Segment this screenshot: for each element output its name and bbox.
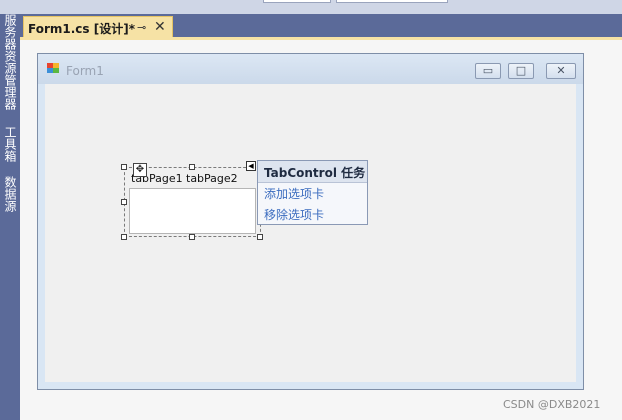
document-tab-title: Form1.cs [设计]* <box>28 22 135 36</box>
smart-tag-glyph-icon[interactable]: ◀ <box>246 161 256 171</box>
smart-tag-panel: TabControl 任务 添加选项卡 移除选项卡 <box>257 160 368 225</box>
resize-handle-bottom[interactable] <box>189 234 195 240</box>
close-icon[interactable]: ✕ <box>546 63 576 79</box>
smart-tag-title: TabControl 任务 <box>264 166 366 180</box>
form-app-icon <box>47 63 61 75</box>
close-icon[interactable]: ✕ <box>154 19 166 35</box>
watermark: CSDN @DXB2021 <box>503 398 601 411</box>
form-title: Form1 <box>66 64 104 78</box>
side-panel-strip: 服务器资源管理器 工具箱 数据源 <box>0 14 20 420</box>
pin-icon[interactable]: ⊸ <box>137 21 146 34</box>
side-tab-data-sources[interactable]: 数据源 <box>1 176 19 212</box>
move-handle-icon[interactable]: ✥ <box>133 163 147 177</box>
toolbar-strip <box>0 0 622 14</box>
tab-page-body[interactable] <box>129 188 256 234</box>
side-tab-toolbox[interactable]: 工具箱 <box>1 126 19 162</box>
side-tab-server-explorer[interactable]: 服务器资源管理器 <box>1 14 19 110</box>
remove-tab-link[interactable]: 移除选项卡 <box>264 206 324 223</box>
resize-handle-bottom-right[interactable] <box>257 234 263 240</box>
maximize-icon[interactable]: □ <box>508 63 534 79</box>
resize-handle-top[interactable] <box>189 164 195 170</box>
document-tab-strip: Form1.cs [设计]* ⊸ ✕ <box>20 14 622 38</box>
document-tab-form1-design[interactable]: Form1.cs [设计]* ⊸ ✕ <box>23 16 173 38</box>
resize-handle-bottom-left[interactable] <box>121 234 127 240</box>
resize-handle-top-left[interactable] <box>121 164 127 170</box>
minimize-icon[interactable]: ▭ <box>475 63 501 79</box>
tab-control[interactable]: tabPage1 tabPage2 <box>124 167 261 237</box>
tab-page-2[interactable]: tabPage2 <box>186 172 238 185</box>
add-tab-link[interactable]: 添加选项卡 <box>264 185 324 202</box>
form-title-bar: Form1 ▭ □ ✕ <box>38 54 583 84</box>
toolbar-combo-2[interactable] <box>336 0 448 3</box>
resize-handle-left[interactable] <box>121 199 127 205</box>
toolbar-combo-1[interactable] <box>263 0 331 3</box>
